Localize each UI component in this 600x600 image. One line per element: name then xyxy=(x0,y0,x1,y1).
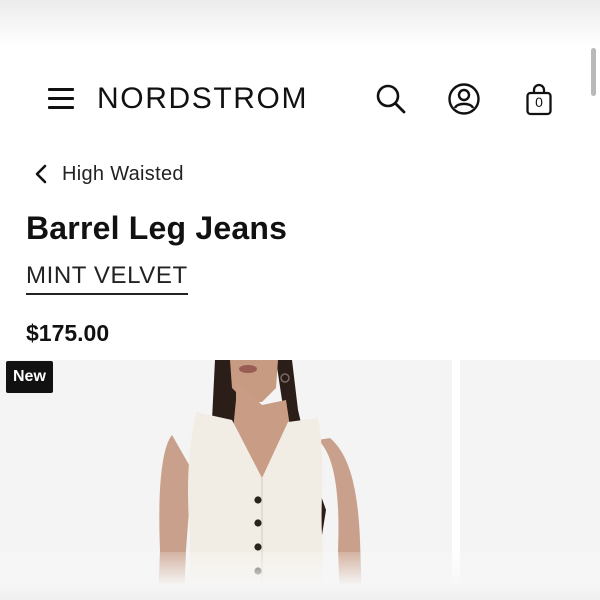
breadcrumb[interactable]: High Waisted xyxy=(34,160,184,188)
site-header: NORDSTROM 0 xyxy=(0,70,600,128)
nordstrom-logo[interactable]: NORDSTROM xyxy=(97,82,308,116)
product-title: Barrel Leg Jeans xyxy=(26,210,288,246)
shopping-bag-icon[interactable]: 0 xyxy=(522,82,556,116)
new-badge: New xyxy=(6,361,53,393)
bag-count: 0 xyxy=(535,94,543,110)
bottom-fade xyxy=(0,552,600,600)
product-price: $175.00 xyxy=(26,320,110,346)
status-bar-fade xyxy=(0,0,600,46)
account-icon[interactable] xyxy=(447,82,481,116)
chevron-left-icon xyxy=(35,164,47,184)
breadcrumb-label: High Waisted xyxy=(62,162,184,185)
search-icon[interactable] xyxy=(374,82,408,116)
hamburger-menu-icon[interactable] xyxy=(48,86,74,110)
brand-link[interactable]: MINT VELVET xyxy=(26,262,188,295)
